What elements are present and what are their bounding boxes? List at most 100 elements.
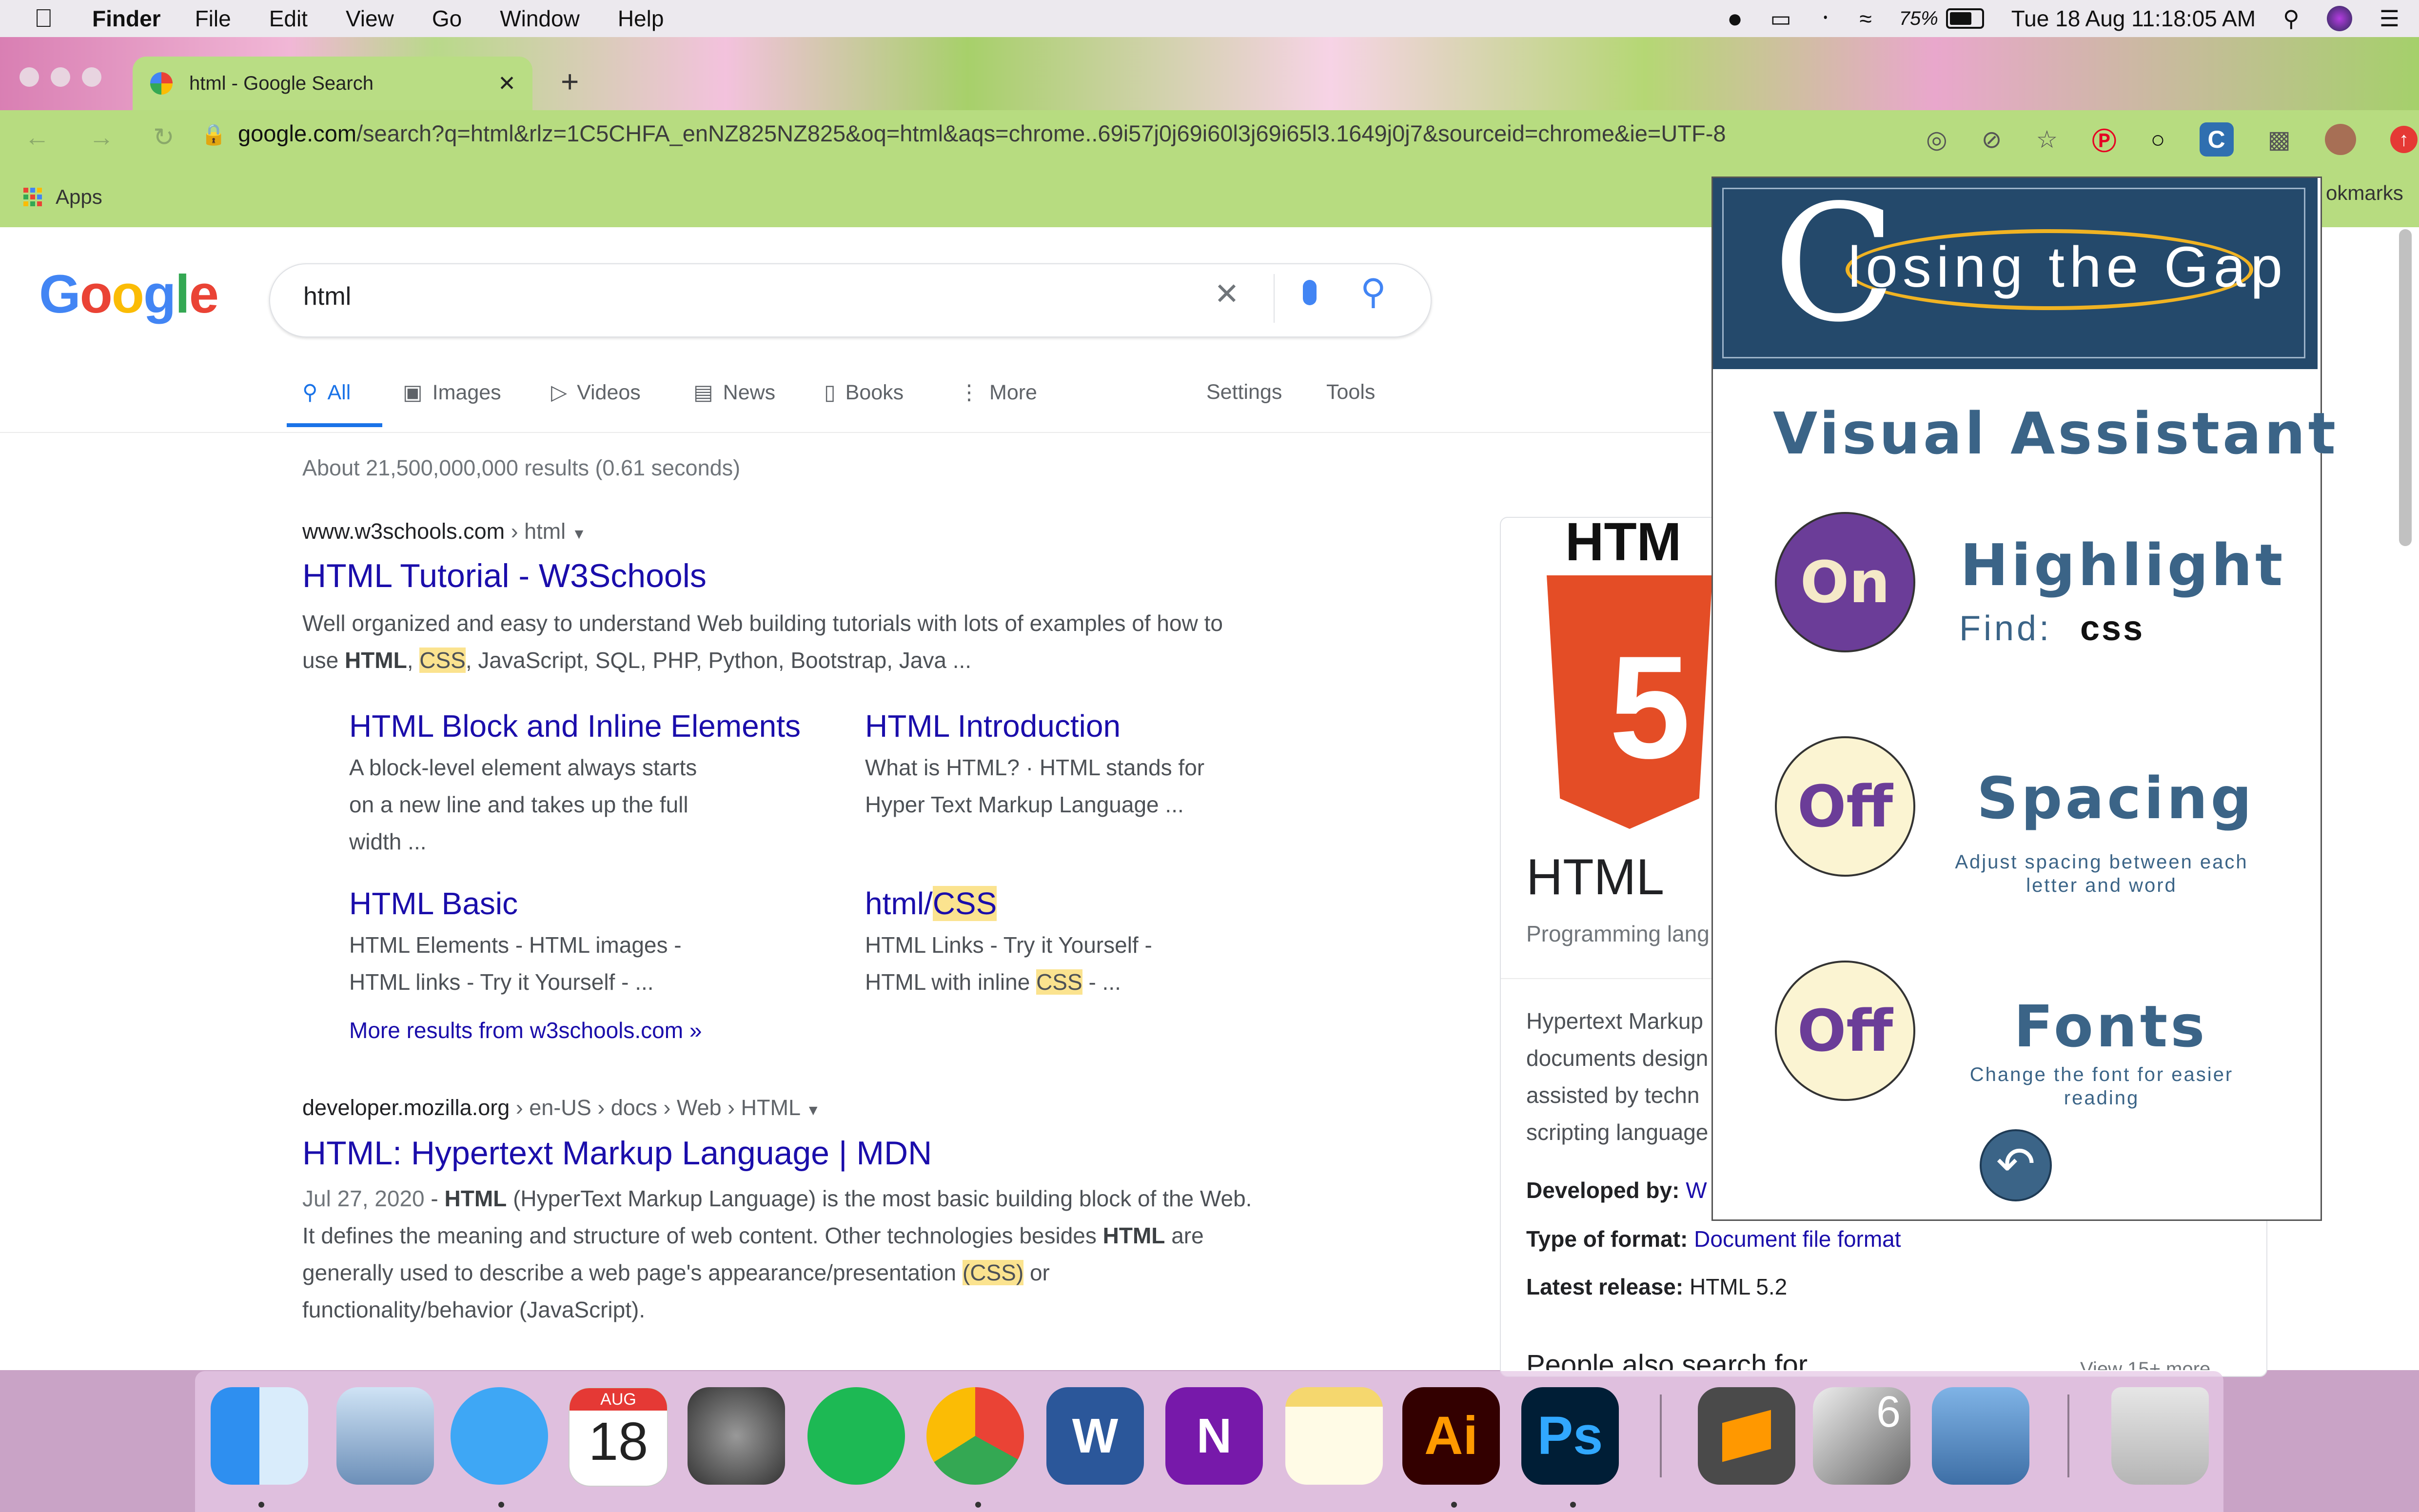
book-icon: ▯ (824, 381, 836, 404)
word-icon[interactable]: W (1046, 1387, 1144, 1485)
extensions-puzzle-icon[interactable]: ▩ (2268, 125, 2291, 154)
rhino-icon[interactable]: 6 (1813, 1387, 1910, 1485)
menu-go[interactable]: Go (432, 5, 462, 32)
highlighted-term: (CSS) (962, 1260, 1024, 1285)
pinterest-icon[interactable]: Ⓟ (2092, 122, 2116, 157)
back-arrow-icon[interactable]: ↶ (1980, 1129, 2052, 1201)
sublime-icon[interactable] (1698, 1387, 1795, 1485)
spotlight-icon[interactable]: ⚲ (2283, 5, 2300, 32)
minimize-window-icon[interactable] (51, 67, 70, 87)
spotify-icon[interactable] (807, 1387, 905, 1485)
tools-link[interactable]: Tools (1326, 380, 1375, 404)
preview-icon[interactable] (1932, 1387, 2029, 1485)
notes-icon[interactable] (1285, 1387, 1383, 1485)
calendar-month: AUG (570, 1388, 667, 1411)
eye-slash-icon[interactable]: ⊘ (1982, 125, 2002, 154)
result-title-mdn[interactable]: HTML: Hypertext Markup Language | MDN (302, 1134, 932, 1172)
system-preferences-icon[interactable] (688, 1387, 785, 1485)
other-bookmarks[interactable]: okmarks (2326, 181, 2403, 205)
tab-videos[interactable]: ▷ Videos (551, 380, 641, 405)
tab-news[interactable]: ▤ News (693, 380, 775, 405)
update-icon[interactable]: ↑ (2390, 126, 2418, 153)
result-cite[interactable]: www.w3schools.com › html ▼ (302, 519, 586, 544)
search-input[interactable]: html (303, 282, 351, 311)
new-tab-icon[interactable]: + (561, 63, 579, 99)
menu-view[interactable]: View (346, 5, 394, 32)
close-window-icon[interactable] (20, 67, 39, 87)
format-link[interactable]: Document file format (1694, 1226, 1901, 1252)
highlighted-term: CSS (419, 648, 466, 673)
result-title-w3schools[interactable]: HTML Tutorial - W3Schools (302, 557, 707, 595)
logo-wordmark: losing the Gap (1848, 235, 2287, 299)
menu-file[interactable]: File (195, 5, 231, 32)
calendar-icon[interactable]: AUG 18 (569, 1387, 668, 1487)
cite-path: › html (505, 519, 566, 544)
search-icon[interactable]: ⚲ (1360, 271, 1386, 312)
reload-icon[interactable]: ↻ (153, 123, 175, 152)
messages-icon[interactable] (451, 1387, 548, 1485)
clock[interactable]: Tue 18 Aug 11:18:05 AM (2011, 5, 2256, 32)
sitelink-title[interactable]: HTML Basic (349, 885, 518, 922)
news-icon: ▤ (693, 381, 713, 404)
airplay-icon[interactable]: ▭ (1770, 5, 1791, 32)
mail-eagle-icon[interactable] (336, 1387, 434, 1485)
profile-avatar-icon[interactable] (2324, 124, 2356, 155)
html5-five-glyph: 5 (1609, 625, 1691, 789)
apps-bookmark[interactable]: Apps (23, 185, 102, 209)
closing-the-gap-extension-icon[interactable]: C (2199, 122, 2234, 157)
siri-icon[interactable] (2326, 6, 2352, 31)
bluetooth-icon[interactable]: ᛫ (1819, 5, 1832, 32)
menu-help[interactable]: Help (618, 5, 664, 32)
voice-search-icon[interactable] (1303, 280, 1317, 305)
search-box[interactable] (269, 263, 1432, 337)
trash-icon[interactable] (2111, 1387, 2209, 1485)
chrome-icon[interactable] (926, 1387, 1024, 1485)
running-indicator (975, 1502, 981, 1508)
tab-books[interactable]: ▯ Books (824, 380, 904, 405)
fonts-toggle[interactable]: Off (1775, 961, 1915, 1101)
control-center-icon[interactable]: ☰ (2380, 5, 2399, 32)
menu-edit[interactable]: Edit (269, 5, 308, 32)
browser-tab[interactable]: html - Google Search ✕ (133, 57, 532, 110)
menu-window[interactable]: Window (500, 5, 580, 32)
illustrator-icon[interactable]: Ai (1402, 1387, 1500, 1485)
extension-ring-icon[interactable]: ○ (2150, 125, 2165, 154)
maximize-window-icon[interactable] (82, 67, 101, 87)
lock-icon[interactable]: 🔒 (201, 123, 226, 147)
page-scrollbar[interactable] (2399, 229, 2412, 546)
photoshop-icon[interactable]: Ps (1521, 1387, 1619, 1485)
highlighted-term: CSS (1036, 969, 1082, 995)
settings-link[interactable]: Settings (1206, 380, 1282, 404)
wifi-icon[interactable]: ≈ (1859, 5, 1871, 32)
sitelink-title[interactable]: html/CSS (865, 885, 997, 922)
menu-app-name[interactable]: Finder (92, 5, 161, 32)
google-logo[interactable]: Google (39, 263, 219, 325)
onenote-icon[interactable]: N (1165, 1387, 1263, 1485)
cite-dropdown-icon[interactable]: ▼ (806, 1102, 821, 1119)
sitelink-title[interactable]: HTML Introduction (865, 708, 1121, 744)
tab-more[interactable]: ⋮ More (959, 380, 1037, 405)
address-bar[interactable]: google.com/search?q=html&rlz=1C5CHFA_enN… (238, 120, 1726, 147)
sitelink-title[interactable]: HTML Block and Inline Elements (349, 708, 801, 744)
tab-title: html - Google Search (189, 72, 374, 94)
finder-icon[interactable] (211, 1387, 308, 1485)
developed-by-link[interactable]: W (1686, 1178, 1707, 1203)
apple-icon[interactable]:  (34, 4, 53, 33)
highlight-toggle[interactable]: On (1775, 512, 1915, 652)
close-tab-icon[interactable]: ✕ (498, 71, 516, 96)
location-icon[interactable]: ◎ (1926, 125, 1947, 154)
tab-images[interactable]: ▣ Images (403, 380, 501, 405)
result-cite[interactable]: developer.mozilla.org › en-US › docs › W… (302, 1095, 821, 1120)
find-input[interactable]: css (2080, 609, 2144, 648)
more-results-link[interactable]: More results from w3schools.com » (349, 1017, 702, 1043)
tab-all[interactable]: ⚲ All (302, 380, 351, 405)
bookmark-star-icon[interactable]: ☆ (2036, 125, 2058, 154)
spacing-toggle[interactable]: Off (1775, 736, 1915, 877)
forward-icon[interactable]: → (89, 123, 114, 152)
view-more-link[interactable]: View 15+ more (2080, 1358, 2210, 1370)
clear-search-icon[interactable]: ✕ (1214, 276, 1239, 312)
back-icon[interactable]: ← (24, 123, 50, 152)
creative-cloud-icon[interactable]: ● (1727, 3, 1743, 34)
cite-dropdown-icon[interactable]: ▼ (572, 526, 587, 542)
battery-icon[interactable] (1946, 8, 1984, 29)
